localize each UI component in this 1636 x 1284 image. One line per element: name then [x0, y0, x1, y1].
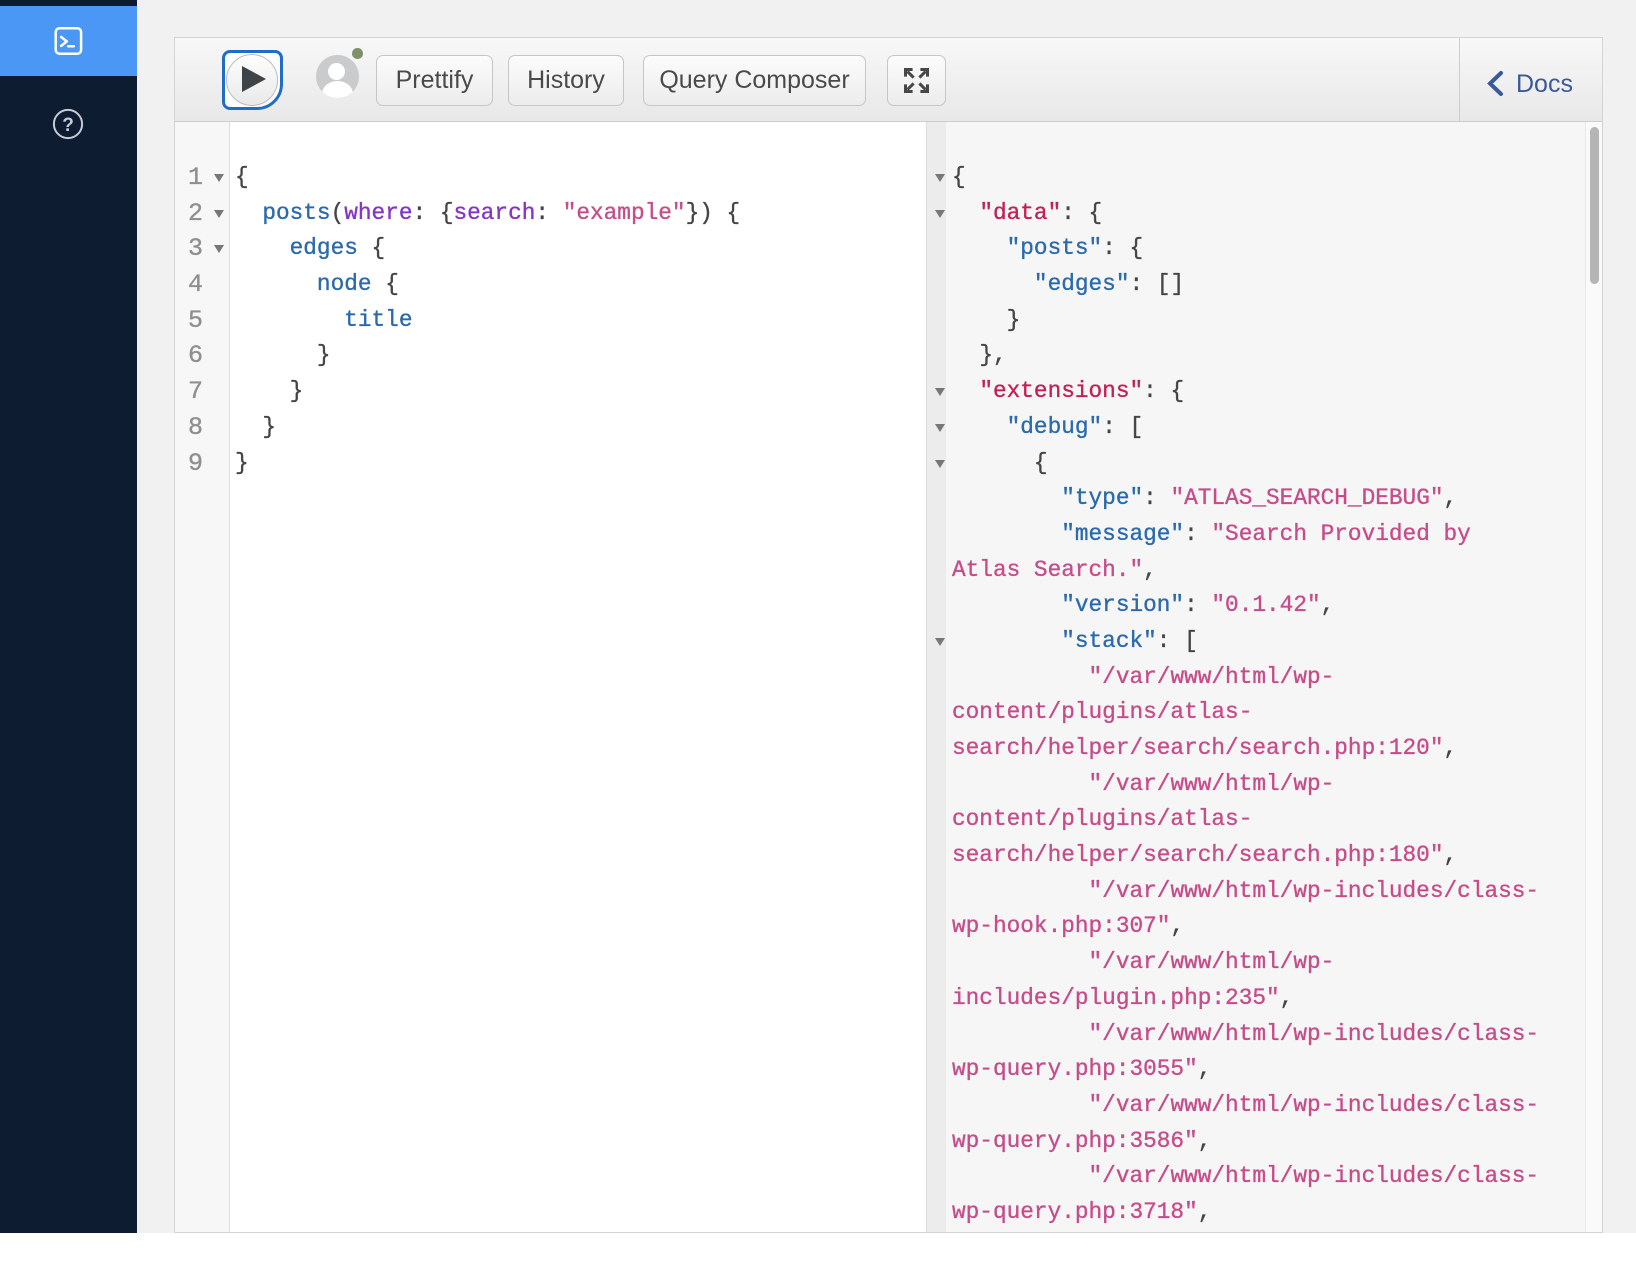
- svg-text:?: ?: [62, 115, 74, 136]
